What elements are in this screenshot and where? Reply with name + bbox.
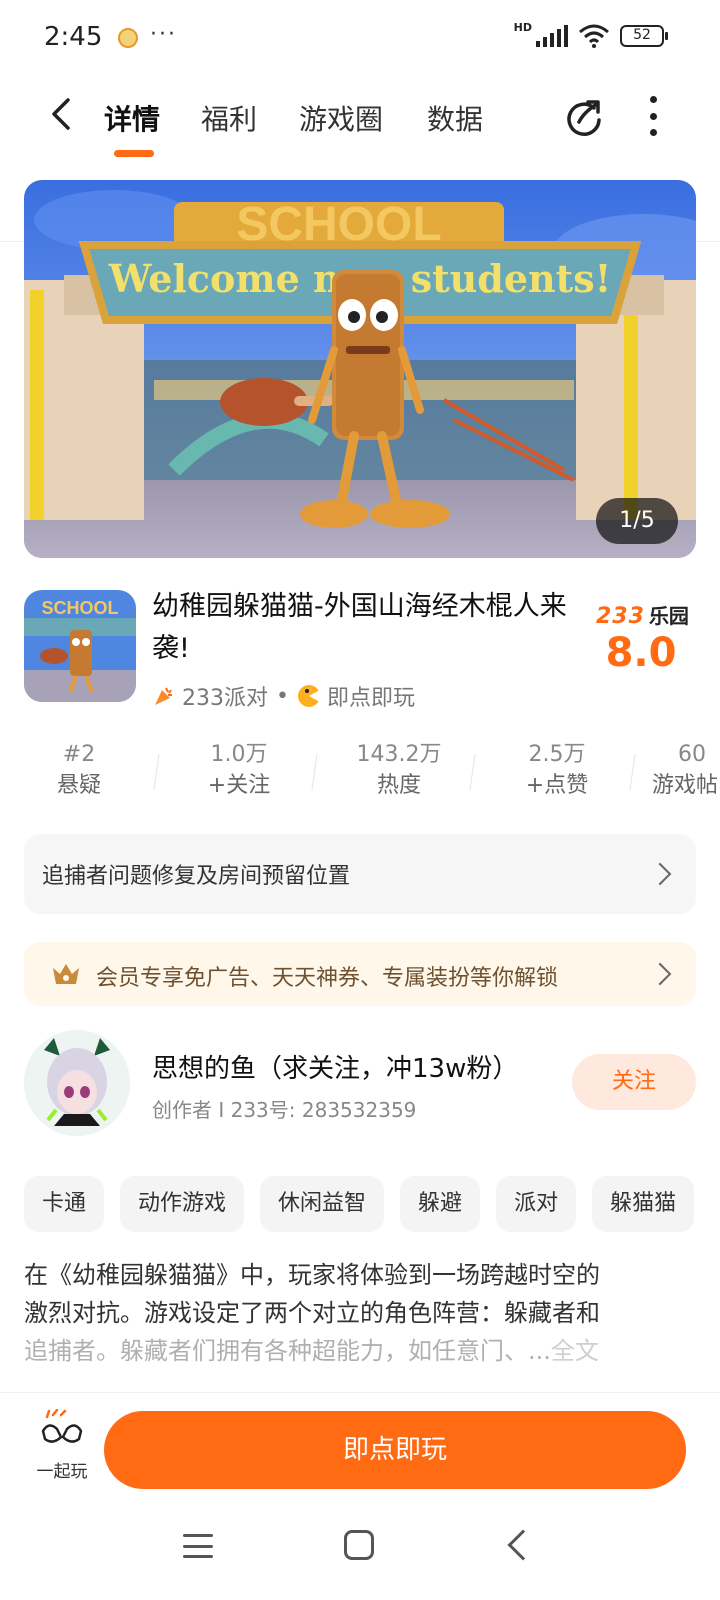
app-notification-icon [118, 28, 138, 48]
game-icon: SCHOOL [24, 590, 136, 702]
vip-banner[interactable]: 会员专享免广告、天天神券、专属装扮等你解锁 [24, 942, 696, 1006]
update-notice-text: 追捕者问题修复及房间预留位置 [42, 864, 351, 889]
tag-chip[interactable]: 派对 [496, 1176, 577, 1232]
tag-chip[interactable]: 躲猫猫 [592, 1176, 695, 1232]
hands-icon [41, 1408, 83, 1443]
stat-divider [629, 754, 636, 790]
game-score: 8.0 [605, 630, 677, 676]
tab-welfare[interactable]: 福利 [201, 98, 257, 138]
stat-follow[interactable]: 1.0万 +关注 [174, 740, 304, 802]
play-type-label: 即点即玩 [326, 686, 415, 711]
status-bar: 2:45 ··· HD 52 [0, 0, 720, 80]
creator-avatar[interactable] [24, 1030, 130, 1136]
tag-chip[interactable]: 卡通 [24, 1176, 105, 1232]
battery-icon: 52 [620, 25, 668, 47]
stat-divider [311, 754, 318, 790]
chevron-right-icon [648, 962, 672, 986]
network-type-label: HD [513, 21, 532, 34]
stat-heat[interactable]: 143.2万 热度 [334, 740, 464, 802]
status-time: 2:45 [44, 22, 103, 52]
creator-info: 创作者 I 233号: 283532359 [152, 1098, 417, 1122]
stat-rank[interactable]: #2 悬疑 [14, 740, 144, 802]
share-icon[interactable] [564, 96, 606, 138]
bottom-action-bar: 一起玩 即点即玩 [0, 1392, 720, 1492]
tab-game-circle[interactable]: 游戏圈 [299, 98, 383, 138]
vip-banner-text: 会员专享免广告、天天神券、专属装扮等你解锁 [96, 966, 559, 991]
stat-divider [153, 754, 160, 790]
follow-button[interactable]: 关注 [572, 1054, 696, 1110]
instant-play-icon [297, 685, 321, 707]
tab-indicator [114, 150, 154, 157]
crown-icon [53, 964, 79, 984]
stat-likes[interactable]: 2.5万 +点赞 [492, 740, 622, 802]
update-notice[interactable]: 追捕者问题修复及房间预留位置 [24, 834, 696, 914]
system-back-icon[interactable] [507, 1529, 539, 1561]
creator-name[interactable]: 思想的鱼（求关注，冲13w粉） [152, 1048, 518, 1085]
stats-row: #2 悬疑 1.0万 +关注 143.2万 热度 2.5万 +点赞 60 游戏帖 [0, 740, 720, 804]
tag-chip[interactable]: 休闲益智 [260, 1176, 385, 1232]
status-indicators: HD 52 [513, 21, 668, 48]
brand-logo: 233 乐园 [596, 604, 689, 629]
screenshot-carousel[interactable]: SCHOOL Welcome new students! 1/5 [24, 180, 696, 558]
game-title: 幼稚园躲猫猫-外国山海经木棍人来袭! [152, 591, 567, 664]
tab-data[interactable]: 数据 [427, 98, 483, 138]
game-meta: 233派对 • 即点即玩 [152, 680, 415, 712]
home-icon[interactable] [344, 1530, 374, 1560]
back-icon[interactable] [42, 94, 82, 134]
read-more-link[interactable]: 全文 [551, 1337, 599, 1365]
party-icon [155, 687, 172, 705]
tag-list: 卡通 动作游戏 休闲益智 躲避 派对 躲猫猫 [24, 1176, 696, 1234]
recent-apps-icon[interactable] [183, 1534, 213, 1558]
play-together-button[interactable]: 一起玩 [30, 1408, 94, 1482]
game-description: 在《幼稚园躲猫猫》中，玩家将体验到一场跨越时空的 激烈对抗。游戏设定了两个对立的… [24, 1261, 600, 1365]
signal-icon [536, 25, 568, 47]
system-navigation-bar [0, 1500, 720, 1600]
more-options-icon[interactable] [648, 96, 658, 136]
wifi-icon [579, 24, 609, 48]
more-notifications-icon: ··· [150, 22, 177, 47]
svg-text:SCHOOL: SCHOOL [41, 598, 118, 618]
carousel-counter: 1/5 [596, 498, 678, 544]
banner-image: SCHOOL Welcome new students! [24, 180, 696, 558]
stat-divider [469, 754, 476, 790]
tag-chip[interactable]: 动作游戏 [120, 1176, 245, 1232]
meta-separator: • [276, 683, 289, 709]
tab-details[interactable]: 详情 [104, 98, 160, 138]
play-together-label: 一起玩 [36, 1462, 88, 1482]
play-now-button[interactable]: 即点即玩 [104, 1411, 686, 1489]
chevron-right-icon [648, 862, 672, 886]
publisher-label[interactable]: 233派对 [182, 680, 268, 712]
stat-posts[interactable]: 60 游戏帖 [640, 740, 720, 802]
header: 详情 福利 游戏圈 数据 [0, 80, 720, 242]
tag-chip[interactable]: 躲避 [400, 1176, 481, 1232]
